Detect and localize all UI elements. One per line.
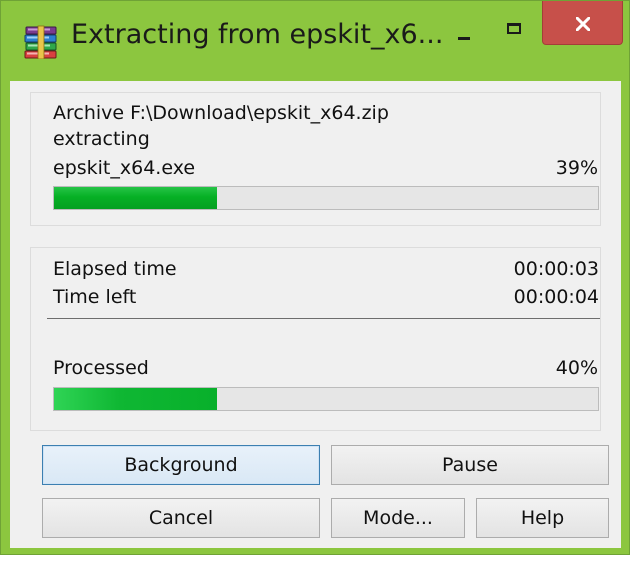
background-button[interactable]: Background xyxy=(42,445,320,485)
help-button[interactable]: Help xyxy=(476,498,609,538)
processed-percent: 40% xyxy=(555,357,598,379)
archive-path: Archive F:\Download\epskit_x64.zip xyxy=(53,102,389,124)
file-progress-fill xyxy=(54,187,218,209)
processed-progress-bar xyxy=(53,387,599,411)
elapsed-time-value: 00:00:03 xyxy=(513,258,599,280)
processed-label: Processed xyxy=(53,357,149,379)
file-progress-bar xyxy=(53,186,599,210)
time-left-label: Time left xyxy=(53,286,137,308)
elapsed-time-label: Elapsed time xyxy=(53,258,177,280)
time-left-value: 00:00:04 xyxy=(513,286,599,308)
mode-button[interactable]: Mode... xyxy=(331,498,465,538)
close-icon xyxy=(576,17,590,31)
cancel-button[interactable]: Cancel xyxy=(42,498,320,538)
minimize-icon[interactable] xyxy=(441,1,487,43)
current-file-name: epskit_x64.exe xyxy=(53,157,196,179)
close-button[interactable] xyxy=(542,1,623,45)
separator-line xyxy=(47,318,600,319)
winrar-books-icon xyxy=(23,25,59,60)
action-text: extracting xyxy=(53,128,150,150)
title-bar[interactable]: Extracting from epskit_x6... xyxy=(1,1,629,81)
file-percent: 39% xyxy=(555,157,598,179)
maximize-icon[interactable] xyxy=(491,1,537,43)
processed-progress-fill xyxy=(54,388,218,410)
pause-button[interactable]: Pause xyxy=(331,445,609,485)
window-title: Extracting from epskit_x6... xyxy=(71,19,444,50)
